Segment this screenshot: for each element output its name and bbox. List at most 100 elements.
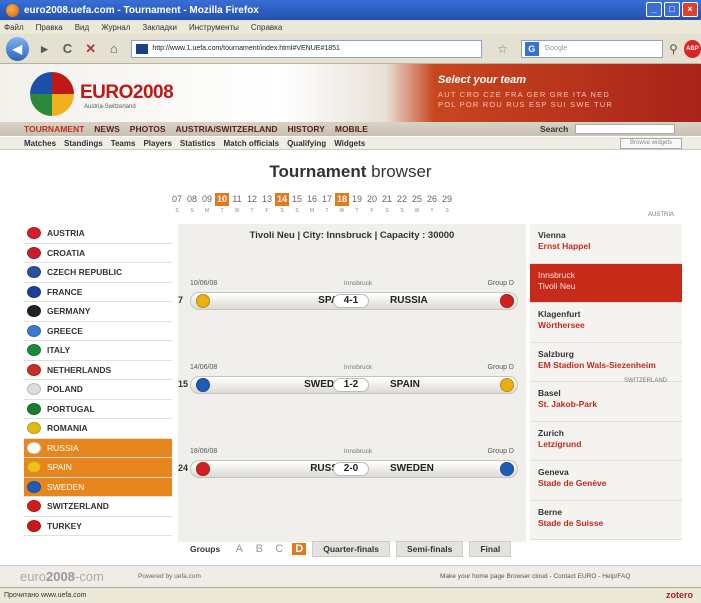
footer-logo[interactable]: euro2008-com <box>20 569 104 584</box>
subnav-item-standings[interactable]: Standings <box>64 139 103 148</box>
team-codes-row-2[interactable]: POL POR ROU RUS ESP SUI SWE TUR <box>438 100 613 110</box>
subnav-item-match-officials[interactable]: Match officials <box>224 139 280 148</box>
team-item-croatia[interactable]: CROATIA <box>24 243 172 263</box>
team-item-portugal[interactable]: PORTUGAL <box>24 399 172 419</box>
date-21[interactable]: 21 S <box>380 193 394 214</box>
group-tab-d[interactable]: D <box>292 543 307 555</box>
team-item-switzerland[interactable]: SWITZERLAND <box>24 497 172 517</box>
date-13[interactable]: 13 F <box>260 193 274 214</box>
group-tab-c[interactable]: C <box>272 543 286 555</box>
nav-item-mobile[interactable]: MOBILE <box>335 124 368 134</box>
bookmark-star-icon[interactable]: ☆ <box>488 42 516 56</box>
date-25[interactable]: 25 W <box>410 193 424 214</box>
euro2008-logo-icon[interactable] <box>30 72 74 116</box>
nav-item-tournament[interactable]: TOURNAMENT <box>24 124 84 134</box>
venue-item-zurich[interactable]: Zurich Letzigrund <box>530 421 682 461</box>
back-icon[interactable]: ◀ <box>6 36 29 61</box>
menu-item-5[interactable]: Инструменты <box>189 23 239 32</box>
maximize-icon[interactable]: □ <box>664 2 680 17</box>
team-item-germany[interactable]: GERMANY <box>24 302 172 322</box>
date-12[interactable]: 12 T <box>245 193 259 214</box>
match-row[interactable]: 14/06/08 Innsbruck Group D 15 SWEDEN 1-2 SPAIN <box>178 364 526 404</box>
menu-item-2[interactable]: Вид <box>75 23 89 32</box>
venue-item-berne[interactable]: Berne Stade de Suisse <box>530 500 682 540</box>
nav-item-photos[interactable]: PHOTOS <box>130 124 166 134</box>
menu-item-1[interactable]: Правка <box>36 23 63 32</box>
quarter-finals-button[interactable]: Quarter-finals <box>312 541 390 557</box>
minimize-icon[interactable]: _ <box>646 2 662 17</box>
team-item-spain[interactable]: SPAIN <box>24 458 172 478</box>
team-item-austria[interactable]: AUSTRIA <box>24 224 172 244</box>
team-item-italy[interactable]: ITALY <box>24 341 172 361</box>
date-16[interactable]: 16 M <box>305 193 319 214</box>
date-09[interactable]: 09 M <box>200 193 214 214</box>
reload-icon[interactable]: C <box>60 41 75 56</box>
search-input[interactable]: G Google <box>520 39 664 58</box>
nav-item-news[interactable]: NEWS <box>94 124 120 134</box>
search-go-icon[interactable]: ⚲ <box>669 42 678 56</box>
site-subnav: Matches Standings Teams Players Statistics Ma… <box>0 137 701 150</box>
address-bar[interactable]: http://www.1.uefa.com/tournament/index.h… <box>131 39 483 58</box>
browse-widgets-button[interactable]: Browse widgets <box>620 138 682 149</box>
forward-icon[interactable]: ▸ <box>37 41 52 57</box>
team-codes-row-1[interactable]: AUT CRO CZE FRA GER GRE ITA NED <box>438 90 613 100</box>
team-item-sweden[interactable]: SWEDEN <box>24 477 172 497</box>
subnav-item-qualifying[interactable]: Qualifying <box>287 139 326 148</box>
match-row[interactable]: 18/06/08 Innsbruck Group D 24 RUSSIA 2-0 SWEDE… <box>178 448 526 488</box>
team-selector[interactable]: AUT CRO CZE FRA GER GRE ITA NED POL POR … <box>438 90 613 110</box>
subnav-item-widgets[interactable]: Widgets <box>334 139 365 148</box>
team-item-france[interactable]: FRANCE <box>24 282 172 302</box>
date-15[interactable]: 15 S <box>290 193 304 214</box>
site-logo[interactable]: EURO2008 <box>80 82 174 104</box>
menu-item-6[interactable]: Справка <box>251 23 282 32</box>
adblock-icon[interactable]: ABP <box>683 39 701 58</box>
logo-subtitle: Austria-Switzerland <box>84 104 136 110</box>
date-07[interactable]: 07 S <box>170 193 184 214</box>
date-29[interactable]: 29 S <box>440 193 454 214</box>
date-17[interactable]: 17 T <box>320 193 334 214</box>
close-icon[interactable]: × <box>682 2 698 17</box>
nav-item-austria-switzerland[interactable]: AUSTRIA/SWITZERLAND <box>176 124 278 134</box>
venue-item-salzburg[interactable]: Salzburg EM Stadion Wals-Siezenheim <box>530 342 682 382</box>
date-10[interactable]: 10 T <box>215 193 229 214</box>
team-item-poland[interactable]: POLAND <box>24 380 172 400</box>
venue-item-vienna[interactable]: Vienna Ernst Happel <box>530 224 682 264</box>
flag-icon <box>27 500 41 513</box>
date-14[interactable]: 14 S <box>275 193 289 214</box>
date-20[interactable]: 20 F <box>365 193 379 214</box>
date-08[interactable]: 08 S <box>185 193 199 214</box>
semi-finals-button[interactable]: Semi-finals <box>395 541 464 557</box>
final-button[interactable]: Final <box>469 541 512 557</box>
team-item-russia[interactable]: RUSSIA <box>24 438 172 458</box>
subnav-item-players[interactable]: Players <box>143 139 171 148</box>
site-search-input[interactable] <box>575 124 675 134</box>
venue-item-geneva[interactable]: Geneva Stade de Genève <box>530 461 682 501</box>
subnav-item-teams[interactable]: Teams <box>111 139 136 148</box>
date-26[interactable]: 26 T <box>425 193 439 214</box>
venue-item-klagenfurt[interactable]: Klagenfurt Wörthersee <box>530 303 682 343</box>
footer-links[interactable]: Make your home page Browser cloud - Cont… <box>440 573 630 580</box>
date-11[interactable]: 11 W <box>230 193 244 214</box>
date-19[interactable]: 19 T <box>350 193 364 214</box>
group-tab-b[interactable]: B <box>252 543 266 555</box>
menu-item-0[interactable]: Файл <box>4 23 24 32</box>
team-item-turkey[interactable]: TURKEY <box>24 516 172 536</box>
stop-icon[interactable]: ✕ <box>83 41 98 57</box>
subnav-item-statistics[interactable]: Statistics <box>180 139 216 148</box>
menu-item-3[interactable]: Журнал <box>101 23 130 32</box>
venue-item-innsbruck[interactable]: Innsbruck Tivoli Neu <box>530 263 682 303</box>
zotero-icon[interactable]: zotero <box>666 588 693 603</box>
group-tab-a[interactable]: A <box>232 543 246 555</box>
team-item-netherlands[interactable]: NETHERLANDS <box>24 360 172 380</box>
match-row[interactable]: 10/06/08InnsbruckGroup D7SPAIN4-1RUSSIA <box>178 280 526 320</box>
home-icon[interactable]: ⌂ <box>106 41 121 56</box>
subnav-item-matches[interactable]: Matches <box>24 139 56 148</box>
team-item-czech-republic[interactable]: CZECH REPUBLIC <box>24 263 172 283</box>
venue-item-basel[interactable]: Basel St. Jakob-Park <box>530 382 682 422</box>
team-item-romania[interactable]: ROMANIA <box>24 419 172 439</box>
nav-item-history[interactable]: HISTORY <box>288 124 325 134</box>
date-22[interactable]: 22 S <box>395 193 409 214</box>
date-18[interactable]: 18 W <box>335 193 349 214</box>
menu-item-4[interactable]: Закладки <box>142 23 177 32</box>
team-item-greece[interactable]: GREECE <box>24 321 172 341</box>
